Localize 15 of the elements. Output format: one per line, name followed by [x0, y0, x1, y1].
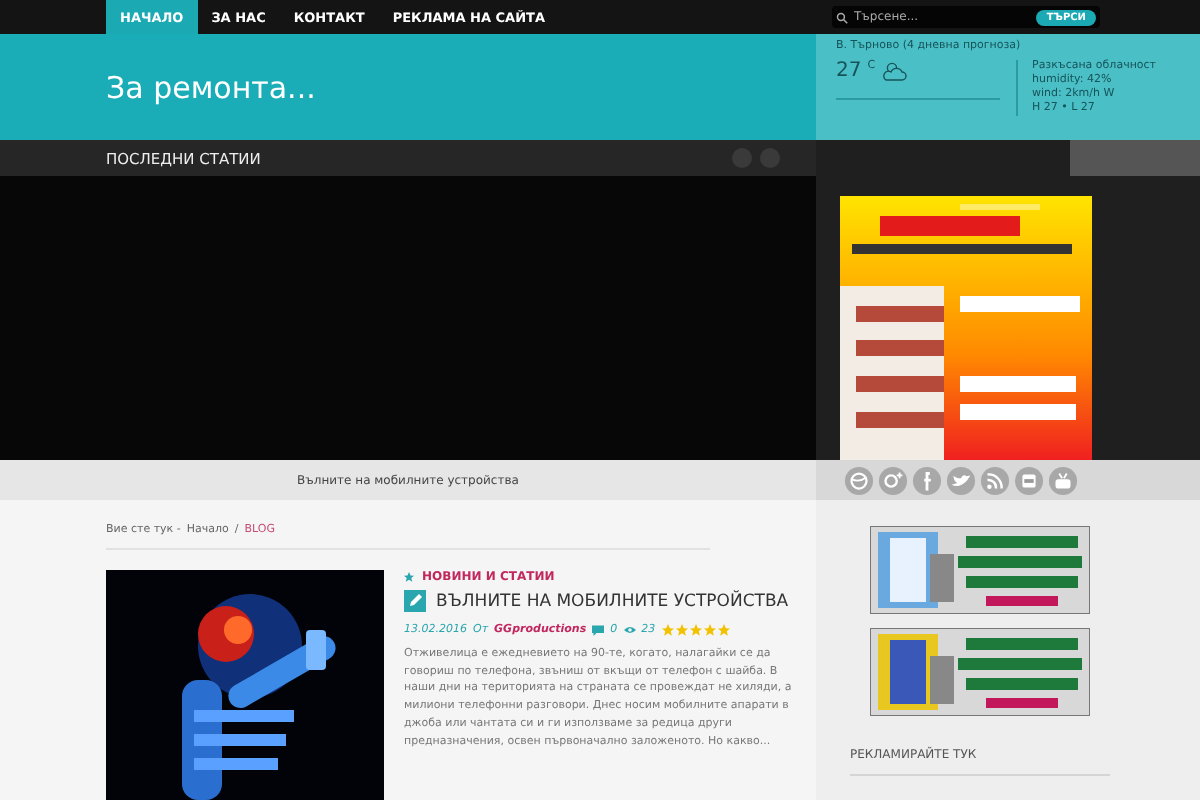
bird-icon[interactable] — [946, 465, 976, 495]
globe-icon[interactable] — [844, 465, 874, 495]
temperature: 27 — [836, 60, 862, 82]
tube-icon[interactable] — [1048, 465, 1078, 495]
facebook-icon[interactable] — [912, 465, 942, 495]
rss-icon[interactable] — [980, 465, 1010, 495]
site-title: За ремонта... — [106, 69, 316, 105]
comment-icon — [592, 624, 605, 636]
pencil-icon — [404, 590, 426, 612]
star-icon — [404, 572, 414, 582]
search-icon — [836, 11, 848, 23]
cloud-sun-icon — [881, 60, 908, 82]
article-title[interactable]: ВЪЛНИТЕ НА МОБИЛНИТЕ УСТРОЙСТВА — [436, 591, 789, 611]
google-plus-icon[interactable] — [878, 465, 908, 495]
eye-icon — [623, 624, 636, 636]
